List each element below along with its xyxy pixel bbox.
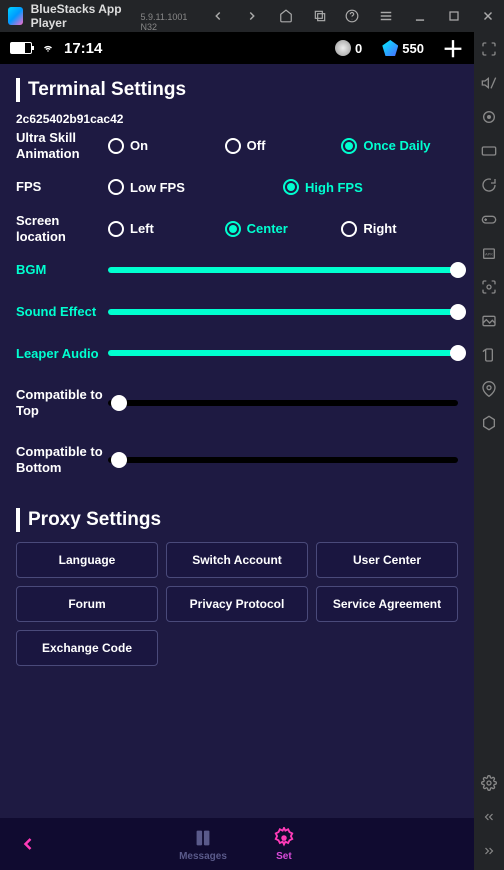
- back-icon[interactable]: [210, 8, 226, 24]
- soundEffect-slider-row: Sound Effect: [16, 304, 458, 320]
- add-currency-button[interactable]: ＋: [442, 32, 464, 64]
- version-label: 5.9.11.1001 N32: [140, 12, 194, 32]
- compatBottom-label: Compatible to Bottom: [16, 444, 108, 475]
- settings-content: 2c625402b91cac42 Ultra Skill AnimationOn…: [0, 112, 474, 818]
- shake-icon[interactable]: [480, 414, 498, 432]
- sidebar-back-icon[interactable]: [480, 808, 498, 826]
- fps-option-low-fps[interactable]: Low FPS: [108, 179, 283, 195]
- screenLoc-option-center[interactable]: Center: [225, 221, 342, 237]
- gems-value: 550: [402, 41, 424, 56]
- game-viewport: 17:14 0 550 ＋ Terminal Settings 2c625402…: [0, 32, 474, 870]
- forward-icon[interactable]: [244, 8, 260, 24]
- app-window: BlueStacks App Player 5.9.11.1001 N32 17…: [0, 0, 504, 870]
- menu-icon[interactable]: [378, 8, 394, 24]
- home-icon[interactable]: [278, 8, 294, 24]
- minimize-icon[interactable]: [412, 8, 428, 24]
- coins-value: 0: [355, 41, 362, 56]
- compatTop-slider-row: Compatible to Top: [16, 387, 458, 418]
- proxy-privacy-protocol-button[interactable]: Privacy Protocol: [166, 586, 308, 622]
- leaperAudio-slider-row: Leaper Audio: [16, 346, 458, 362]
- coins-display[interactable]: 0: [335, 40, 362, 56]
- proxy-user-center-button[interactable]: User Center: [316, 542, 458, 578]
- leaperAudio-slider-knob[interactable]: [450, 345, 466, 361]
- ultraSkill-label: Ultra Skill Animation: [16, 130, 108, 161]
- recents-icon[interactable]: [312, 8, 328, 24]
- compatTop-slider[interactable]: [108, 400, 458, 406]
- svg-text:APK: APK: [485, 252, 493, 257]
- volume-icon[interactable]: [480, 74, 498, 92]
- bgm-slider[interactable]: [108, 267, 458, 273]
- trim-memory-icon[interactable]: [480, 176, 498, 194]
- soundEffect-label: Sound Effect: [16, 304, 108, 320]
- rotate-icon[interactable]: [480, 346, 498, 364]
- clock-label: 17:14: [64, 40, 102, 57]
- gems-display[interactable]: 550: [382, 40, 424, 56]
- maximize-icon[interactable]: [446, 8, 462, 24]
- bgm-slider-knob[interactable]: [450, 262, 466, 278]
- ultraSkill-setting-row: Ultra Skill AnimationOnOffOnce Daily: [16, 130, 458, 161]
- proxy-exchange-code-button[interactable]: Exchange Code: [16, 630, 158, 666]
- ultraSkill-option-off[interactable]: Off: [225, 138, 342, 154]
- gem-icon: [382, 40, 398, 56]
- app-title: BlueStacks App Player: [31, 2, 137, 30]
- keyboard-icon[interactable]: [480, 142, 498, 160]
- sidebar-expand-icon[interactable]: [480, 842, 498, 860]
- proxy-button-grid: LanguageSwitch AccountUser Center ForumPr…: [16, 542, 458, 666]
- fps-label: FPS: [16, 179, 108, 195]
- proxy-language-button[interactable]: Language: [16, 542, 158, 578]
- close-icon[interactable]: [480, 8, 496, 24]
- wifi-icon: [40, 42, 56, 54]
- lock-cursor-icon[interactable]: [480, 108, 498, 126]
- proxy-service-agreement-button[interactable]: Service Agreement: [316, 586, 458, 622]
- media-folder-icon[interactable]: [480, 312, 498, 330]
- ultraSkill-option-on[interactable]: On: [108, 138, 225, 154]
- compatTop-slider-knob[interactable]: [111, 395, 127, 411]
- bgm-slider-row: BGM: [16, 262, 458, 278]
- screenLoc-option-left[interactable]: Left: [108, 221, 225, 237]
- screenshot-icon[interactable]: [480, 278, 498, 296]
- fps-setting-row: FPSLow FPSHigh FPS: [16, 179, 458, 195]
- compatTop-label: Compatible to Top: [16, 387, 108, 418]
- soundEffect-slider[interactable]: [108, 309, 458, 315]
- proxy-forum-button[interactable]: Forum: [16, 586, 158, 622]
- apk-icon[interactable]: APK: [480, 244, 498, 262]
- gamepad-icon[interactable]: [480, 210, 498, 228]
- tab-set[interactable]: Set: [273, 827, 295, 862]
- game-status-bar: 17:14 0 550 ＋: [0, 32, 474, 64]
- compatBottom-slider-row: Compatible to Bottom: [16, 444, 458, 475]
- bgm-label: BGM: [16, 262, 108, 278]
- bottom-nav: Messages Set: [0, 818, 474, 870]
- fullscreen-icon[interactable]: [480, 40, 498, 58]
- settings-icon[interactable]: [480, 774, 498, 792]
- compatBottom-slider[interactable]: [108, 457, 458, 463]
- tab-messages[interactable]: Messages: [179, 827, 227, 862]
- proxy-settings-header: Proxy Settings: [16, 502, 458, 542]
- soundEffect-slider-knob[interactable]: [450, 304, 466, 320]
- device-id-label: 2c625402b91cac42: [16, 112, 458, 126]
- fps-option-high-fps[interactable]: High FPS: [283, 179, 458, 195]
- compatBottom-slider-knob[interactable]: [111, 452, 127, 468]
- bluestacks-logo-icon: [8, 7, 23, 25]
- ultraSkill-option-once-daily[interactable]: Once Daily: [341, 138, 458, 154]
- coin-icon: [335, 40, 351, 56]
- help-icon[interactable]: [344, 8, 360, 24]
- location-icon[interactable]: [480, 380, 498, 398]
- screenLoc-setting-row: Screen locationLeftCenterRight: [16, 213, 458, 244]
- screenLoc-label: Screen location: [16, 213, 108, 244]
- terminal-settings-header: Terminal Settings: [0, 64, 474, 112]
- leaperAudio-label: Leaper Audio: [16, 346, 108, 362]
- back-button[interactable]: [0, 834, 56, 854]
- screenLoc-option-right[interactable]: Right: [341, 221, 458, 237]
- leaperAudio-slider[interactable]: [108, 350, 458, 356]
- battery-icon: [10, 42, 32, 54]
- titlebar: BlueStacks App Player 5.9.11.1001 N32: [0, 0, 504, 32]
- bluestacks-sidebar: APK: [474, 32, 504, 870]
- proxy-switch-account-button[interactable]: Switch Account: [166, 542, 308, 578]
